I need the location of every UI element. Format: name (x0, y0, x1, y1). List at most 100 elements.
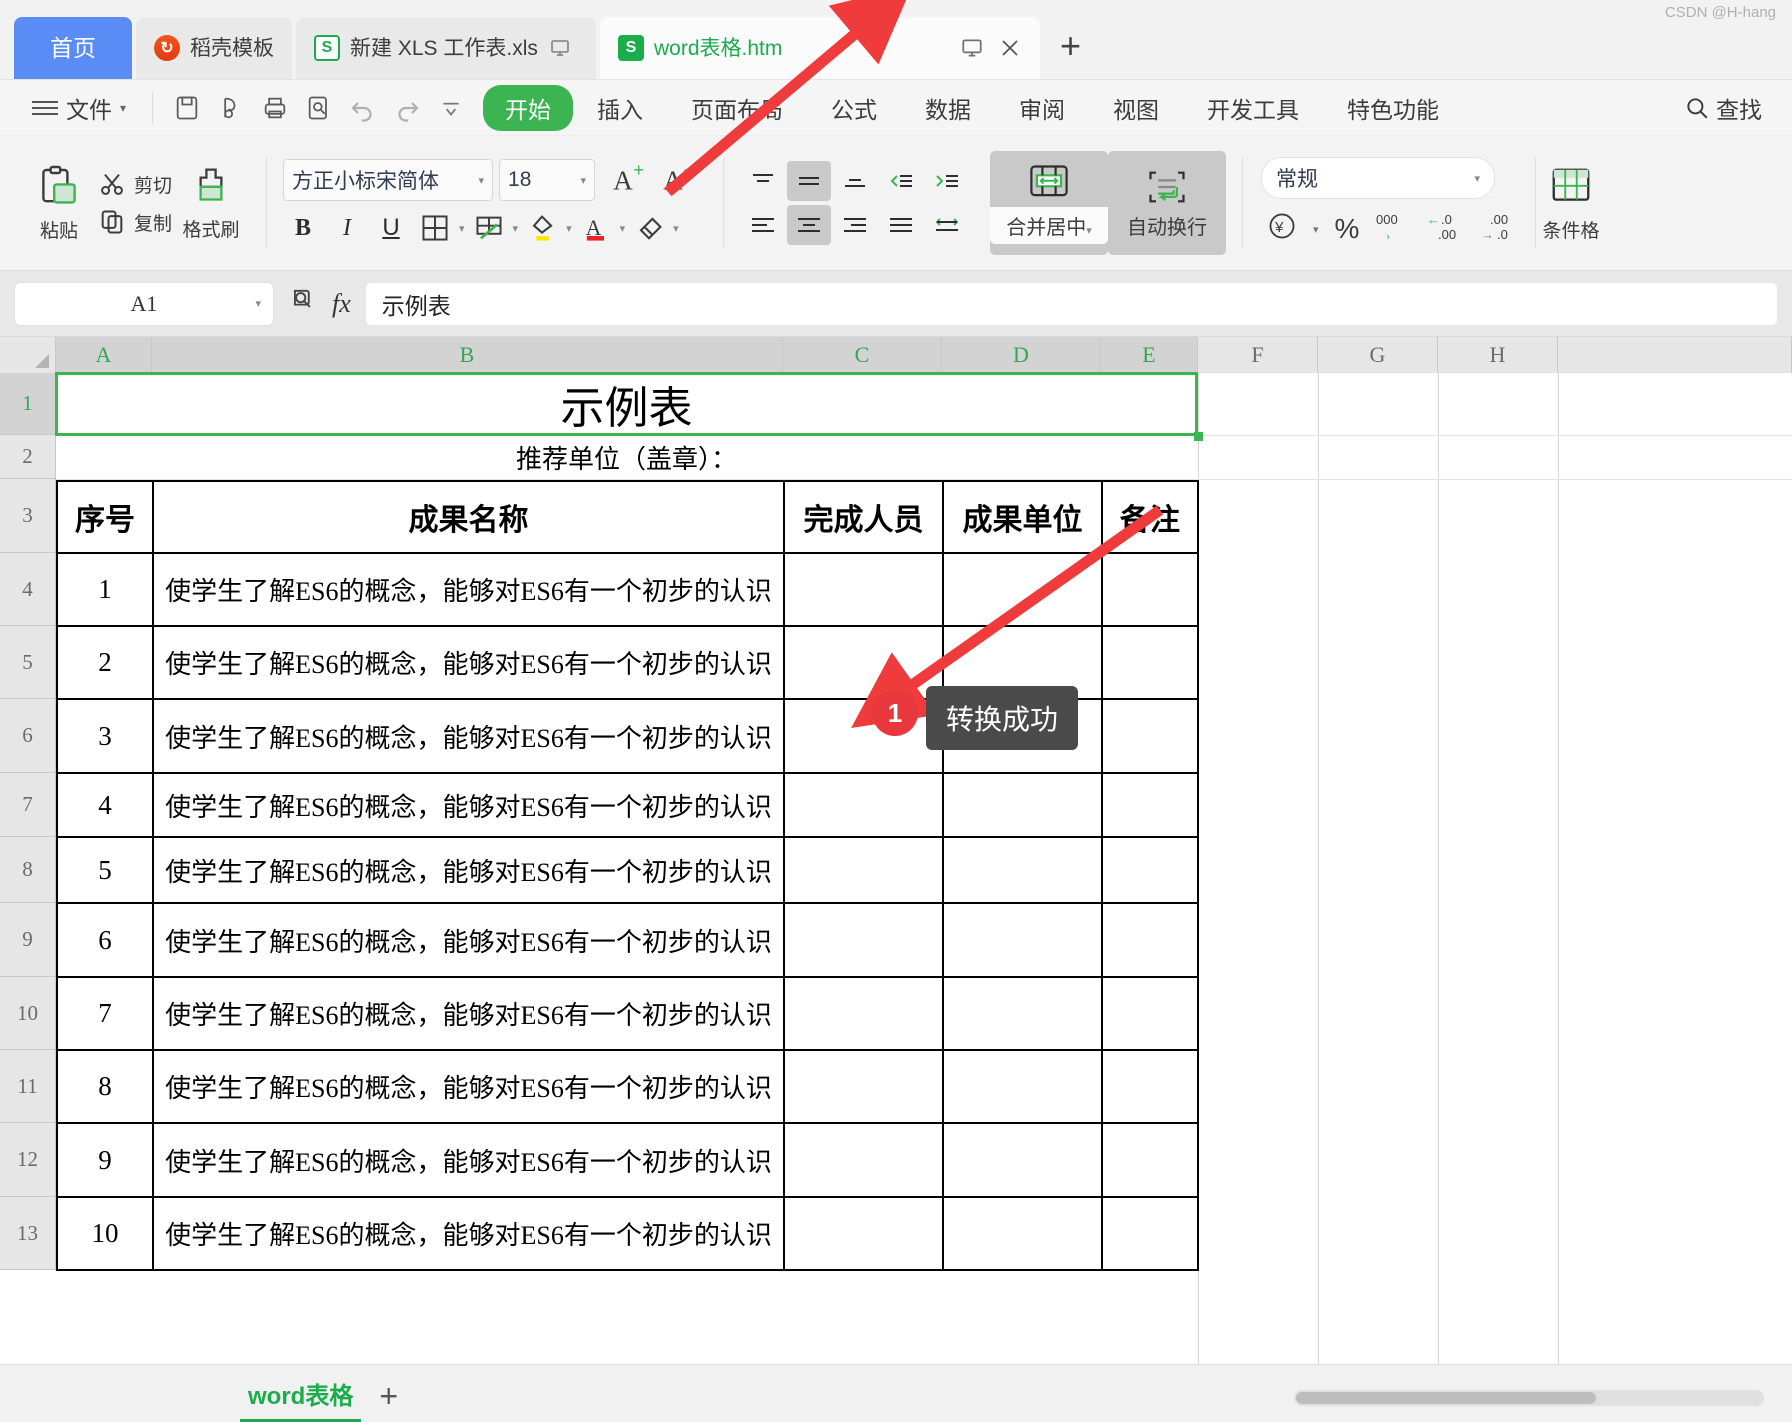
row-header-2[interactable]: 2 (0, 435, 55, 479)
cell-note[interactable] (1101, 1049, 1199, 1124)
column-header-B[interactable]: B (152, 337, 783, 373)
justify-button[interactable] (879, 205, 923, 245)
tab-formula[interactable]: 公式 (807, 85, 901, 131)
borders-icon[interactable] (415, 209, 455, 247)
cell-name[interactable]: 使学生了解ES6的概念，能够对ES6有一个初步的认识 (152, 902, 785, 978)
tab-developer[interactable]: 开发工具 (1183, 85, 1323, 131)
row-header-4[interactable]: 4 (0, 553, 55, 626)
print-preview-icon[interactable] (297, 88, 341, 128)
cell-person[interactable] (783, 625, 944, 700)
paste-button[interactable]: 粘贴 (20, 164, 98, 243)
table-row[interactable]: 8 使学生了解ES6的概念，能够对ES6有一个初步的认识 (56, 1049, 1199, 1124)
cell-row2-subtitle[interactable]: 推荐单位（盖章）： (56, 436, 1197, 479)
row-header-10[interactable]: 10 (0, 977, 55, 1050)
cell-person[interactable] (783, 698, 944, 774)
font-name-input[interactable]: 方正小标宋简体 ▾ (283, 159, 494, 201)
cell-unit[interactable] (942, 976, 1103, 1051)
font-size-input[interactable]: 18 ▾ (499, 159, 596, 201)
tab-insert[interactable]: 插入 (573, 85, 667, 131)
chevron-down-icon[interactable]: ▾ (566, 222, 572, 235)
decrease-indent-button[interactable] (879, 161, 923, 201)
align-top-button[interactable] (741, 161, 785, 201)
increase-indent-button[interactable] (925, 161, 969, 201)
align-right-button[interactable] (833, 205, 877, 245)
cell-note[interactable] (1101, 625, 1199, 700)
chevron-down-icon[interactable]: ▾ (513, 222, 519, 235)
search-formula-icon[interactable] (288, 285, 318, 322)
table-row[interactable]: 9 使学生了解ES6的概念，能够对ES6有一个初步的认识 (56, 1122, 1199, 1198)
cell-person[interactable] (783, 1049, 944, 1124)
table-row[interactable]: 6 使学生了解ES6的概念，能够对ES6有一个初步的认识 (56, 902, 1199, 978)
eraser-icon[interactable] (629, 209, 669, 247)
column-header-D[interactable]: D (942, 337, 1101, 373)
row-header-12[interactable]: 12 (0, 1123, 55, 1197)
cell-no[interactable]: 5 (56, 836, 154, 904)
tab-word-htm-file[interactable]: S word表格.htm (600, 17, 1040, 79)
cell-no[interactable]: 3 (56, 698, 154, 774)
cell-note[interactable] (1101, 976, 1199, 1051)
tab-home[interactable]: 首页 (14, 17, 132, 79)
column-header-I[interactable] (1558, 337, 1792, 373)
chevron-down-icon[interactable]: ▾ (580, 174, 586, 187)
cell-person[interactable] (783, 772, 944, 838)
cell-no[interactable]: 4 (56, 772, 154, 838)
tab-docer-template[interactable]: ↻ 稻壳模板 (136, 17, 292, 79)
name-box[interactable]: A1 ▾ (14, 281, 274, 326)
new-tab-button[interactable]: + (1060, 25, 1081, 67)
cell-name[interactable]: 使学生了解ES6的概念，能够对ES6有一个初步的认识 (152, 698, 785, 774)
undo-icon[interactable] (341, 88, 385, 128)
distribute-button[interactable] (925, 205, 969, 245)
cell-A1-title[interactable]: 示例表 (56, 373, 1197, 435)
customize-toolbar-icon[interactable] (429, 88, 473, 128)
row-header-9[interactable]: 9 (0, 903, 55, 977)
cell-person[interactable] (783, 1122, 944, 1198)
chevron-down-icon[interactable]: ▾ (459, 222, 465, 235)
cell-name[interactable]: 使学生了解ES6的概念，能够对ES6有一个初步的认识 (152, 1122, 785, 1198)
cell-name[interactable]: 使学生了解ES6的概念，能够对ES6有一个初步的认识 (152, 772, 785, 838)
cell-name[interactable]: 使学生了解ES6的概念，能够对ES6有一个初步的认识 (152, 1049, 785, 1124)
column-header-E[interactable]: E (1101, 337, 1198, 373)
conditional-format-button[interactable]: 条件格 (1542, 164, 1599, 243)
cell-person[interactable] (783, 836, 944, 904)
cell-note[interactable] (1101, 1122, 1199, 1198)
decrease-decimal-button[interactable]: ← .0.00 (1425, 209, 1463, 249)
tab-special-features[interactable]: 特色功能 (1323, 85, 1463, 131)
highlight-icon[interactable] (522, 209, 562, 247)
cell-no[interactable]: 9 (56, 1122, 154, 1198)
cell-name[interactable]: 使学生了解ES6的概念，能够对ES6有一个初步的认识 (152, 1196, 785, 1271)
tab-page-layout[interactable]: 页面布局 (667, 85, 807, 131)
column-header-F[interactable]: F (1198, 337, 1318, 373)
formula-input[interactable]: 示例表 (364, 281, 1778, 326)
chevron-down-icon[interactable]: ▾ (255, 297, 261, 310)
cell-unit[interactable] (942, 1196, 1103, 1271)
tab-data[interactable]: 数据 (901, 85, 995, 131)
print-icon[interactable] (253, 88, 297, 128)
cell-name[interactable]: 使学生了解ES6的概念，能够对ES6有一个初步的认识 (152, 976, 785, 1051)
chevron-down-icon[interactable]: ▾ (1086, 225, 1092, 237)
cell-unit[interactable] (942, 552, 1103, 627)
insert-function-icon[interactable]: fx (332, 289, 351, 319)
italic-button[interactable]: I (327, 209, 367, 247)
align-middle-button[interactable] (787, 161, 832, 201)
row-header-1[interactable]: 1 (0, 373, 55, 435)
chevron-down-icon[interactable]: ▾ (1474, 172, 1480, 185)
tab-xls-file[interactable]: S 新建 XLS 工作表.xls (296, 17, 596, 79)
table-row[interactable]: 7 使学生了解ES6的概念，能够对ES6有一个初步的认识 (56, 976, 1199, 1051)
table-row[interactable]: 1 使学生了解ES6的概念，能够对ES6有一个初步的认识 (56, 552, 1199, 627)
redo-icon[interactable] (385, 88, 429, 128)
file-menu-button[interactable]: 文件 ▾ (18, 91, 140, 125)
select-all-corner[interactable] (0, 337, 56, 373)
column-header-C[interactable]: C (783, 337, 942, 373)
percent-format-button[interactable]: % (1335, 213, 1360, 245)
format-painter-button[interactable]: 格式刷 (172, 165, 250, 242)
cell-person[interactable] (783, 902, 944, 978)
shrink-font-button[interactable]: A − (661, 159, 697, 201)
search-button[interactable]: 查找 (1684, 91, 1792, 125)
cell-no[interactable]: 8 (56, 1049, 154, 1124)
cell-style-icon[interactable] (469, 209, 509, 247)
align-center-button[interactable] (787, 205, 832, 245)
cell-name[interactable]: 使学生了解ES6的概念，能够对ES6有一个初步的认识 (152, 836, 785, 904)
row-header-6[interactable]: 6 (0, 699, 55, 773)
bold-button[interactable]: B (283, 209, 323, 247)
chevron-down-icon[interactable]: ▾ (478, 174, 484, 187)
